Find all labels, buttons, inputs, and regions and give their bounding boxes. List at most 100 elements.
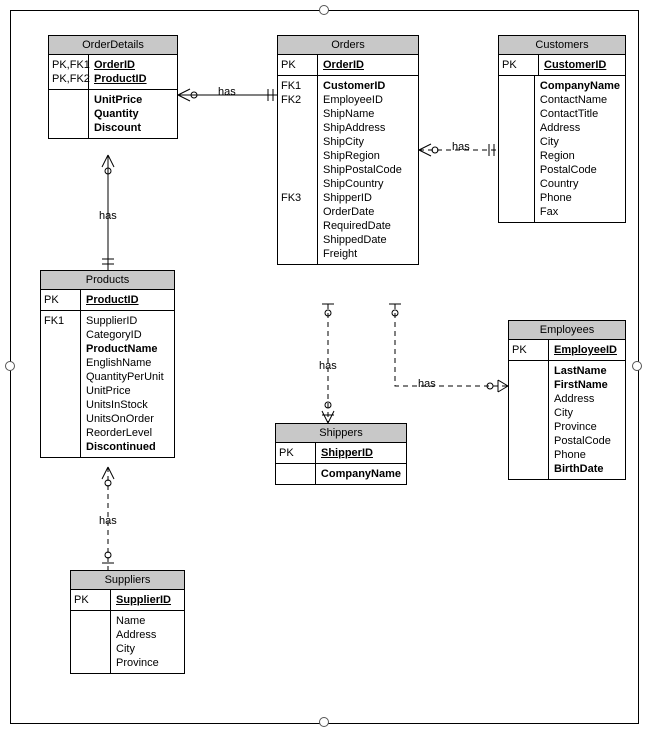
key-label [74, 642, 107, 656]
resize-handle-top[interactable] [319, 5, 329, 15]
attr-label: CompanyName [540, 79, 620, 93]
er-diagram-canvas: has has has has has has OrderDetails PK,… [0, 0, 651, 732]
attr-label: BirthDate [554, 462, 620, 476]
key-label [281, 177, 314, 191]
key-label [502, 107, 531, 121]
attr-label: Phone [554, 448, 620, 462]
attr-label: ShipRegion [323, 149, 413, 163]
key-label: FK2 [281, 93, 314, 107]
entity-title: Employees [509, 321, 625, 340]
entity-orders[interactable]: Orders PK OrderID FK1FK2 FK3 CustomerIDE… [277, 35, 419, 265]
attr-label: ContactTitle [540, 107, 620, 121]
attr-label: ContactName [540, 93, 620, 107]
entity-title: Customers [499, 36, 625, 55]
attr-label: ShipAddress [323, 121, 413, 135]
entity-orderdetails[interactable]: OrderDetails PK,FK1 PK,FK2 OrderID Produ… [48, 35, 178, 139]
key-label [512, 406, 545, 420]
attr-label: UnitPrice [86, 384, 169, 398]
attr-label: ShipperID [323, 191, 413, 205]
attr-label: Country [540, 177, 620, 191]
rel-label-od-orders: has [218, 86, 236, 98]
key-label [512, 462, 545, 476]
key-label [512, 448, 545, 462]
attr-label: ReorderLevel [86, 426, 169, 440]
attr-label: QuantityPerUnit [86, 370, 169, 384]
attr-label: Province [554, 420, 620, 434]
resize-handle-left[interactable] [5, 361, 15, 371]
attr-label: Fax [540, 205, 620, 219]
key-label [512, 392, 545, 406]
attr-label: Discontinued [86, 440, 169, 454]
attr-label: City [554, 406, 620, 420]
entity-shippers[interactable]: Shippers PK ShipperID CompanyName [275, 423, 407, 485]
entity-title: Products [41, 271, 174, 290]
key-label [44, 426, 77, 440]
key-label [44, 328, 77, 342]
entity-products[interactable]: Products PK ProductID FK1 SupplierIDCate… [40, 270, 175, 458]
key-label [44, 440, 77, 454]
key-label [74, 656, 107, 670]
entity-title: OrderDetails [49, 36, 177, 55]
key-label [281, 149, 314, 163]
key-label [502, 121, 531, 135]
attr-label: City [540, 135, 620, 149]
entity-employees[interactable]: Employees PK EmployeeID LastNameFirstNam… [508, 320, 626, 480]
key-label [502, 79, 531, 93]
attr-label: ShipCountry [323, 177, 413, 191]
key-label [502, 191, 531, 205]
entity-customers[interactable]: Customers PK CustomerID CompanyNameConta… [498, 35, 626, 223]
key-label [512, 378, 545, 392]
key-label [74, 628, 107, 642]
key-label [502, 93, 531, 107]
entity-title: Orders [278, 36, 418, 55]
attr-label: ShipCity [323, 135, 413, 149]
key-label [281, 205, 314, 219]
key-label [512, 420, 545, 434]
resize-handle-bottom[interactable] [319, 717, 329, 727]
attr-label: EnglishName [86, 356, 169, 370]
key-label [74, 614, 107, 628]
key-label [281, 247, 314, 261]
key-label [44, 398, 77, 412]
resize-handle-right[interactable] [632, 361, 642, 371]
key-label [502, 177, 531, 191]
key-label [44, 370, 77, 384]
rel-label-orders-customers: has [452, 141, 470, 153]
key-label [44, 342, 77, 356]
key-label [502, 205, 531, 219]
rel-label-orders-shippers: has [319, 360, 337, 372]
attr-label: UnitsInStock [86, 398, 169, 412]
key-label [502, 135, 531, 149]
key-label [512, 364, 545, 378]
key-label [512, 434, 545, 448]
rel-label-od-products: has [99, 210, 117, 222]
attr-label: CustomerID [323, 79, 413, 93]
attr-label: PostalCode [540, 163, 620, 177]
key-label [502, 163, 531, 177]
entity-title: Suppliers [71, 571, 184, 590]
attr-label: ShippedDate [323, 233, 413, 247]
attr-label: ShipName [323, 107, 413, 121]
attr-label: CategoryID [86, 328, 169, 342]
key-label [281, 163, 314, 177]
attr-label: FirstName [554, 378, 620, 392]
attr-label: Address [540, 121, 620, 135]
entity-suppliers[interactable]: Suppliers PK SupplierID NameAddressCityP… [70, 570, 185, 674]
key-label: FK1 [44, 314, 77, 328]
attr-label: SupplierID [86, 314, 169, 328]
rel-label-products-suppliers: has [99, 515, 117, 527]
attr-label: OrderDate [323, 205, 413, 219]
key-label [44, 412, 77, 426]
key-label: FK1 [281, 79, 314, 93]
entity-title: Shippers [276, 424, 406, 443]
attr-label: PostalCode [554, 434, 620, 448]
key-label [281, 121, 314, 135]
attr-label: RequiredDate [323, 219, 413, 233]
attr-label: Freight [323, 247, 413, 261]
attr-label: Address [116, 628, 179, 642]
key-label [44, 356, 77, 370]
attr-label: Phone [540, 191, 620, 205]
key-label [502, 149, 531, 163]
attr-label: UnitsOnOrder [86, 412, 169, 426]
attr-label: EmployeeID [323, 93, 413, 107]
